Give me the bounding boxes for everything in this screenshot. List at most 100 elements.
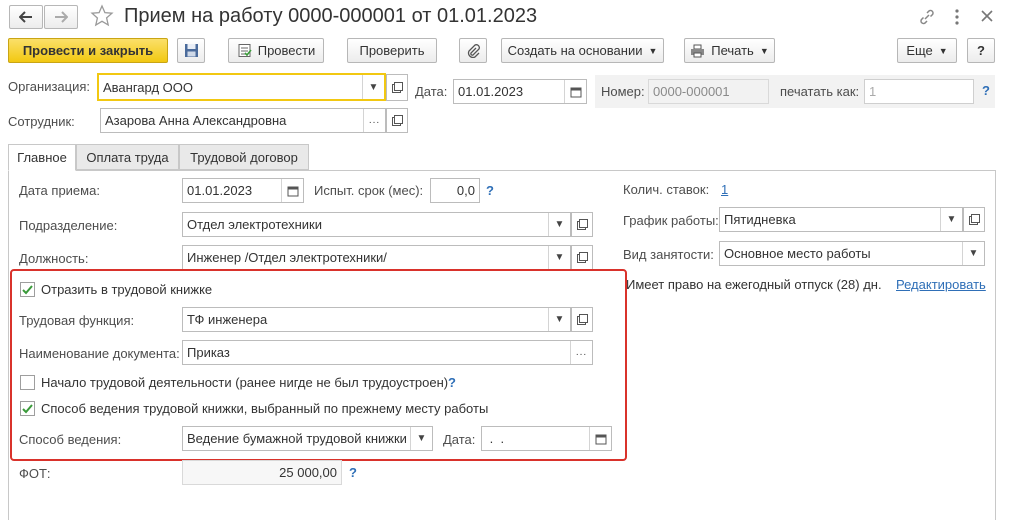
post-doc-icon: [238, 44, 252, 57]
print-as-value: 1: [869, 84, 877, 99]
post-and-close-label: Провести и закрыть: [22, 43, 154, 58]
department-value: Отдел электротехники: [187, 217, 322, 232]
dropdown-arrow-icon[interactable]: ▼: [410, 427, 432, 450]
select-ellipsis-icon[interactable]: ...: [570, 341, 592, 364]
checkmark-icon: [22, 404, 33, 414]
tab-contract[interactable]: Трудовой договор: [179, 144, 309, 170]
method-field[interactable]: Ведение бумажной трудовой книжки ▼: [182, 426, 433, 451]
calendar-icon[interactable]: [564, 80, 586, 103]
link-icon[interactable]: [918, 8, 936, 29]
organization-field[interactable]: Авангард ООО ▼: [97, 73, 386, 101]
department-field[interactable]: Отдел электротехники ▼: [182, 212, 571, 237]
method-date-value: . .: [486, 431, 505, 446]
tab-payment-label: Оплата труда: [86, 149, 169, 165]
dropdown-arrow-icon[interactable]: ▼: [962, 242, 984, 265]
position-field[interactable]: Инженер /Отдел электротехники/ ▼: [182, 245, 571, 270]
career-start-checkbox[interactable]: [20, 375, 35, 390]
dropdown-arrow-icon: ▼: [648, 45, 658, 56]
close-icon[interactable]: [980, 9, 994, 26]
open-icon: [576, 314, 588, 325]
method-date-field[interactable]: . .: [481, 426, 612, 451]
reflect-in-workbook-checkbox[interactable]: [20, 282, 35, 297]
rate-count-label: Колич. ставок:: [623, 182, 710, 197]
open-employee-button[interactable]: [386, 108, 408, 133]
arrow-right-icon: [55, 11, 68, 23]
date-value: 01.01.2023: [458, 84, 524, 99]
fot-label: ФОТ:: [19, 466, 51, 481]
help-icon[interactable]: ?: [982, 83, 990, 98]
rate-count-link[interactable]: 1: [721, 182, 728, 197]
window-title: Прием на работу 0000-000001 от 01.01.202…: [124, 5, 538, 27]
print-button[interactable]: Печать ▼: [684, 38, 775, 63]
number-value: 0000-000001: [653, 84, 730, 99]
open-icon: [391, 82, 403, 93]
open-icon: [968, 214, 980, 225]
calendar-icon[interactable]: [589, 427, 611, 450]
schedule-field[interactable]: Пятидневка ▼: [719, 207, 963, 232]
tab-payment[interactable]: Оплата труда: [76, 144, 179, 170]
number-field[interactable]: 0000-000001: [648, 79, 769, 104]
previous-method-checkbox[interactable]: [20, 401, 35, 416]
post-and-close-button[interactable]: Провести и закрыть: [8, 38, 168, 63]
probation-field[interactable]: 0,0: [430, 178, 480, 203]
more-vert-icon[interactable]: [954, 8, 960, 29]
dropdown-arrow-icon[interactable]: ▼: [548, 308, 570, 331]
fot-field[interactable]: 25 000,00: [182, 460, 342, 485]
fot-value: 25 000,00: [279, 465, 337, 480]
hire-date-field[interactable]: 01.01.2023: [182, 178, 304, 203]
check-button[interactable]: Проверить: [347, 38, 437, 63]
position-value: Инженер /Отдел электротехники/: [187, 250, 387, 265]
date-field[interactable]: 01.01.2023: [453, 79, 587, 104]
open-icon: [576, 252, 588, 263]
forward-button[interactable]: [44, 5, 78, 29]
create-based-on-label: Создать на основании: [507, 43, 643, 58]
edit-vacation-link[interactable]: Редактировать: [896, 277, 986, 292]
employment-field[interactable]: Основное место работы ▼: [719, 241, 985, 266]
open-position-button[interactable]: [571, 245, 593, 270]
document-name-field[interactable]: Приказ ...: [182, 340, 593, 365]
labor-function-value: ТФ инженера: [187, 312, 268, 327]
number-label: Номер:: [601, 84, 645, 99]
help-button[interactable]: ?: [967, 38, 995, 63]
document-name-label: Наименование документа:: [19, 346, 180, 361]
calendar-icon[interactable]: [281, 179, 303, 202]
favorite-star-icon[interactable]: [90, 4, 114, 31]
help-icon[interactable]: ?: [486, 183, 494, 198]
help-label: ?: [977, 43, 985, 58]
vacation-text: Имеет право на ежегодный отпуск (28) дн.: [626, 277, 882, 292]
checkmark-icon: [22, 285, 33, 295]
method-label: Способ ведения:: [19, 432, 122, 447]
dropdown-arrow-icon[interactable]: ▼: [548, 246, 570, 269]
schedule-label: График работы:: [623, 213, 719, 228]
labor-function-field[interactable]: ТФ инженера ▼: [182, 307, 571, 332]
attach-button[interactable]: [459, 38, 487, 63]
post-button[interactable]: Провести: [228, 38, 324, 63]
help-icon[interactable]: ?: [448, 375, 456, 390]
help-icon[interactable]: ?: [349, 465, 357, 480]
arrow-left-icon: [19, 11, 32, 23]
dropdown-arrow-icon[interactable]: ▼: [362, 75, 384, 99]
tab-main-label: Главное: [17, 150, 67, 165]
employment-value: Основное место работы: [724, 246, 871, 261]
print-as-field[interactable]: 1: [864, 79, 974, 104]
document-name-value: Приказ: [187, 345, 230, 360]
create-based-on-button[interactable]: Создать на основании ▼: [501, 38, 664, 63]
date-label: Дата:: [415, 84, 448, 99]
open-schedule-button[interactable]: [963, 207, 985, 232]
select-ellipsis-icon[interactable]: ...: [363, 109, 385, 132]
dropdown-arrow-icon[interactable]: ▼: [940, 208, 962, 231]
check-label: Проверить: [359, 43, 425, 58]
save-button[interactable]: [177, 38, 205, 63]
method-date-label: Дата:: [443, 432, 476, 447]
back-button[interactable]: [9, 5, 43, 29]
hire-date-label: Дата приема:: [19, 183, 100, 198]
schedule-value: Пятидневка: [724, 212, 796, 227]
tab-main[interactable]: Главное: [8, 144, 76, 171]
dropdown-arrow-icon[interactable]: ▼: [548, 213, 570, 236]
more-button[interactable]: Еще ▼: [897, 38, 957, 63]
open-department-button[interactable]: [571, 212, 593, 237]
open-organization-button[interactable]: [386, 74, 408, 101]
employee-field[interactable]: Азарова Анна Александровна ...: [100, 108, 386, 133]
open-labor-function-button[interactable]: [571, 307, 593, 332]
previous-method-label: Способ ведения трудовой книжки, выбранны…: [41, 401, 489, 416]
